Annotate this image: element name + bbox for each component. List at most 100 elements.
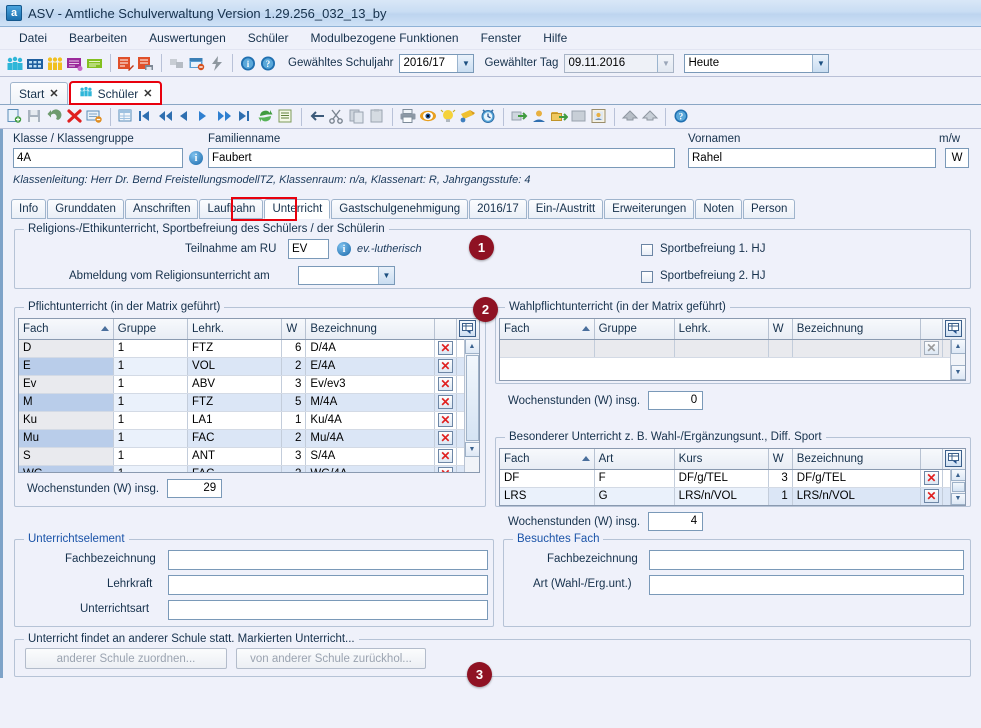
prev-record-icon[interactable]	[177, 108, 195, 125]
up-arrow-icon[interactable]	[621, 108, 639, 125]
tab-laufbahn[interactable]: Laufbahn	[199, 199, 264, 219]
link-modules-icon[interactable]	[168, 55, 186, 72]
table-row[interactable]: S 1 ANT 3 S/4A ✕	[19, 447, 479, 466]
lehrkraft-input[interactable]	[168, 575, 488, 595]
scroll-thumb[interactable]	[465, 355, 479, 441]
idea-bulb-icon[interactable]	[439, 108, 457, 125]
scroll-down-button[interactable]: ▼	[950, 365, 965, 380]
table-view-icon[interactable]	[117, 108, 135, 125]
delete-red-x-icon[interactable]: ✕	[437, 377, 453, 391]
wahlpflichtunterricht-scrollbar[interactable]: ▲ ▼	[950, 339, 965, 380]
menu-item-fenster[interactable]: Fenster	[470, 29, 533, 47]
abmeldung-date-combo[interactable]: ▼	[298, 266, 395, 285]
table-row[interactable]: DF F DF/g/TEL 3 DF/g/TEL ✕	[500, 469, 965, 488]
menu-item-auswertungen[interactable]: Auswertungen	[138, 29, 237, 47]
column-header-bezeichnung[interactable]: Bezeichnung	[792, 449, 921, 470]
tab-grunddaten[interactable]: Grunddaten	[47, 199, 124, 219]
delete-red-x-icon[interactable]: ✕	[923, 489, 939, 503]
column-header-art[interactable]: Art	[594, 449, 675, 470]
paste-icon[interactable]	[368, 108, 386, 125]
info-icon[interactable]: i	[189, 151, 203, 165]
scroll-down-button[interactable]: ▼	[464, 442, 479, 457]
photo-card-icon[interactable]	[590, 108, 608, 125]
export-box-icon[interactable]	[510, 108, 528, 125]
info-icon[interactable]: i	[337, 242, 351, 256]
sportbefreiung-1hj-checkbox[interactable]	[641, 244, 653, 256]
help-icon[interactable]: ?	[672, 108, 690, 125]
report-edit-icon[interactable]	[117, 55, 135, 72]
delete-red-x-icon[interactable]: ✕	[437, 449, 453, 463]
von-anderer-schule-zurueckholen-button[interactable]: von anderer Schule zurückhol...	[236, 648, 426, 669]
column-header-gruppe[interactable]: Gruppe	[594, 319, 675, 340]
alarm-clock-icon[interactable]	[479, 108, 497, 125]
pflicht-sum-value[interactable]: 29	[167, 479, 223, 498]
notes-icon[interactable]	[86, 55, 104, 72]
tab-person[interactable]: Person	[743, 199, 796, 219]
column-header-fach[interactable]: Fach	[500, 449, 595, 470]
delete-red-x-icon[interactable]: ✕	[437, 359, 453, 373]
menu-item-hilfe[interactable]: Hilfe	[532, 29, 578, 47]
anderer-schule-zuordnen-button[interactable]: anderer Schule zuordnen...	[25, 648, 227, 669]
delete-red-x-icon[interactable]: ✕	[437, 431, 453, 445]
column-header-w[interactable]: W	[768, 449, 793, 470]
tab-info[interactable]: Info	[11, 199, 47, 219]
lastname-input[interactable]	[208, 148, 675, 168]
window-close-icon[interactable]	[188, 55, 206, 72]
period-combo[interactable]: Heute ▼	[684, 53, 830, 73]
close-icon[interactable]: ✕	[143, 87, 152, 100]
tab-erweiterungen[interactable]: Erweiterungen	[604, 199, 695, 219]
next-page-icon[interactable]	[217, 108, 235, 125]
fachbezeichnung-input[interactable]	[168, 550, 488, 570]
tab-anschriften[interactable]: Anschriften	[124, 199, 199, 219]
class-list-icon[interactable]	[66, 55, 84, 72]
print-icon[interactable]	[399, 108, 417, 125]
scroll-down-button[interactable]: ▼	[950, 492, 965, 505]
menu-item-bearbeiten[interactable]: Bearbeiten	[58, 29, 138, 47]
bf-fachbezeichnung-input[interactable]	[649, 550, 964, 570]
refresh-icon[interactable]	[257, 108, 275, 125]
grid-config-button[interactable]	[942, 319, 965, 340]
pflichtunterricht-scrollbar[interactable]: ▲ ▼	[464, 339, 479, 472]
copy-icon[interactable]	[348, 108, 366, 125]
sportbefreiung-2hj-checkbox[interactable]	[641, 271, 653, 283]
delete-red-x-icon[interactable]: ✕	[437, 395, 453, 409]
info-icon[interactable]: i	[239, 55, 257, 72]
report-print-icon[interactable]	[137, 55, 155, 72]
scroll-thumb[interactable]	[951, 482, 965, 492]
first-record-icon[interactable]	[137, 108, 155, 125]
table-row[interactable]: M 1 FTZ 5 M/4A ✕	[19, 393, 479, 412]
tab-unterricht[interactable]: Unterricht	[264, 199, 331, 219]
besonderer-unterricht-scrollbar[interactable]: ▲ ▼	[950, 469, 965, 505]
table-row[interactable]: ✕	[500, 505, 965, 506]
column-header-gruppe[interactable]: Gruppe	[113, 319, 189, 340]
day-combo[interactable]: 09.11.2016 ▼	[564, 53, 675, 73]
scroll-up-button[interactable]: ▲	[950, 339, 965, 354]
up-arrow-double-icon[interactable]	[641, 108, 659, 125]
delete-red-x-icon[interactable]: ✕	[923, 471, 939, 485]
wahlpflichtunterricht-grid[interactable]: Fach Gruppe Lehrk. W Bezeichnung ✕ ▲ ▼	[499, 318, 966, 381]
next-record-icon[interactable]	[197, 108, 215, 125]
megaphone-icon[interactable]	[459, 108, 477, 125]
column-header-fach[interactable]: Fach	[19, 319, 114, 340]
school-building-icon[interactable]	[26, 55, 44, 72]
column-header-w[interactable]: W	[768, 319, 793, 340]
tab-ein-austritt[interactable]: Ein-/Austritt	[527, 199, 604, 219]
table-row[interactable]: WG1FAC2WG/4A✕	[19, 465, 479, 472]
grid-config-button[interactable]	[942, 449, 965, 470]
column-header-kurs[interactable]: Kurs	[674, 449, 769, 470]
folder-export-icon[interactable]	[550, 108, 569, 125]
list-icon[interactable]	[277, 108, 295, 125]
besonderer-sum-value[interactable]: 4	[648, 512, 704, 531]
delete-red-x-icon[interactable]: ✕	[437, 341, 453, 355]
wahlpflicht-sum-value[interactable]: 0	[648, 391, 704, 410]
new-document-icon[interactable]	[6, 108, 24, 125]
column-header-bezeichnung[interactable]: Bezeichnung	[792, 319, 921, 340]
students-group-icon[interactable]	[6, 55, 24, 72]
tab-noten[interactable]: Noten	[695, 199, 742, 219]
table-row[interactable]: D 1 FTZ 6 D/4A ✕	[19, 339, 479, 358]
column-header-fach[interactable]: Fach	[500, 319, 595, 340]
undo-icon[interactable]	[46, 108, 64, 125]
cut-icon[interactable]	[328, 108, 346, 125]
close-icon[interactable]: ✕	[49, 87, 58, 100]
table-row[interactable]: Ev 1 ABV 3 Ev/ev3 ✕	[19, 375, 479, 394]
